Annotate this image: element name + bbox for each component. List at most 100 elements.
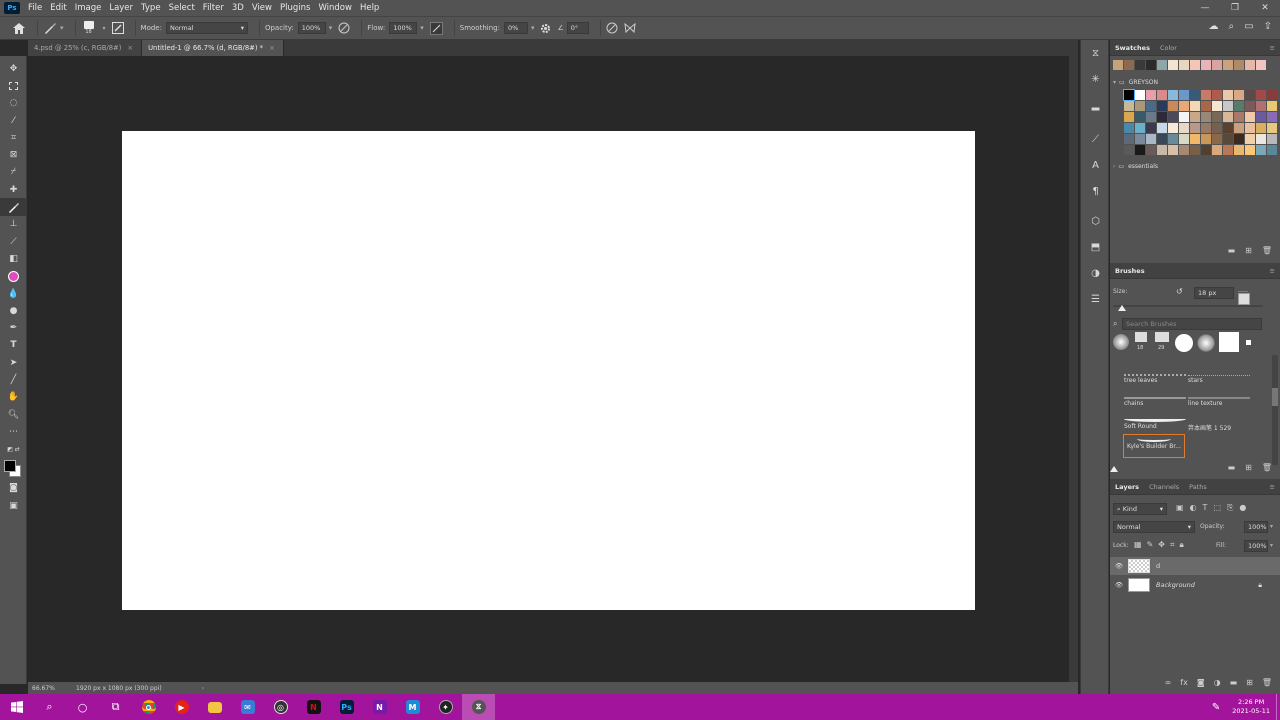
greyson-swatch[interactable] xyxy=(1179,101,1189,111)
quick-mask-icon[interactable]: ◙ xyxy=(0,480,27,497)
pen-tool-icon[interactable]: ✒ xyxy=(0,319,27,336)
greyson-swatch[interactable] xyxy=(1135,101,1145,111)
recent-swatch[interactable] xyxy=(1135,60,1145,70)
greyson-swatch[interactable] xyxy=(1256,123,1266,133)
greyson-swatch[interactable] xyxy=(1245,112,1255,122)
netflix-icon[interactable]: N xyxy=(297,694,330,720)
pen-workspace-icon[interactable]: ✎ xyxy=(1212,702,1220,713)
brush-tree-leaves[interactable]: tree leaves xyxy=(1124,370,1186,392)
menu-layer[interactable]: Layer xyxy=(105,3,137,13)
recent-swatch[interactable] xyxy=(1124,60,1134,70)
greyson-swatch[interactable] xyxy=(1256,134,1266,144)
more-tools-icon[interactable]: ⋯ xyxy=(0,423,27,440)
greyson-swatch[interactable] xyxy=(1223,90,1233,100)
greyson-swatch[interactable] xyxy=(1157,134,1167,144)
brush-kyles-builder[interactable]: Kyle's Builder Br... xyxy=(1123,434,1185,458)
greyson-swatch[interactable] xyxy=(1135,123,1145,133)
start-windows-icon[interactable] xyxy=(0,694,33,720)
greyson-swatch[interactable] xyxy=(1190,112,1200,122)
smart-object-filter-icon[interactable]: ⎘ xyxy=(1227,503,1233,513)
greyson-swatch[interactable] xyxy=(1157,123,1167,133)
greyson-swatch[interactable] xyxy=(1124,101,1134,111)
greyson-swatch[interactable] xyxy=(1223,101,1233,111)
tab-swatches[interactable]: Swatches xyxy=(1110,44,1155,52)
paint-bucket-tool-icon[interactable] xyxy=(0,268,27,285)
greyson-swatch[interactable] xyxy=(1123,89,1135,101)
greyson-swatch[interactable] xyxy=(1245,145,1255,155)
layer-opacity-input[interactable]: 100% xyxy=(1244,521,1268,533)
greyson-swatch[interactable] xyxy=(1157,145,1167,155)
search-icon[interactable]: ⌕ xyxy=(33,694,66,720)
new-layer-icon[interactable]: ⊞ xyxy=(1246,678,1253,692)
recent-swatch[interactable] xyxy=(1179,60,1189,70)
paragraph-panel-icon[interactable]: ¶ xyxy=(1081,178,1110,204)
add-mask-icon[interactable]: ◙ xyxy=(1197,678,1205,692)
brush-size-picker[interactable]: 18 xyxy=(81,16,97,40)
greyson-swatch[interactable] xyxy=(1245,90,1255,100)
greyson-swatch[interactable] xyxy=(1212,134,1222,144)
brush-size-slider[interactable] xyxy=(1113,305,1263,307)
file-explorer-icon[interactable] xyxy=(198,694,231,720)
greyson-swatch[interactable] xyxy=(1212,90,1222,100)
brush-settings-panel-icon[interactable]: ⟋ xyxy=(1081,126,1110,152)
greyson-swatch[interactable] xyxy=(1190,90,1200,100)
greyson-swatch[interactable] xyxy=(1234,101,1244,111)
greyson-swatch[interactable] xyxy=(1124,134,1134,144)
brush-tool-icon[interactable] xyxy=(0,198,27,216)
brush-search-input[interactable]: Search Brushes xyxy=(1122,318,1262,330)
greyson-swatch[interactable] xyxy=(1212,112,1222,122)
greyson-swatch[interactable] xyxy=(1201,145,1211,155)
share-export-icon[interactable]: ⇪ xyxy=(1264,21,1272,32)
greyson-swatch[interactable] xyxy=(1223,112,1233,122)
opacity-input[interactable]: 100% xyxy=(297,22,326,34)
greyson-swatch[interactable] xyxy=(1190,123,1200,133)
color-swatches[interactable] xyxy=(0,458,27,480)
greyson-swatch[interactable] xyxy=(1146,123,1156,133)
histogram-panel-icon[interactable]: ▂ xyxy=(1081,92,1110,118)
lock-transparency-icon[interactable]: ▦ xyxy=(1134,540,1142,550)
filter-toggle-icon[interactable]: ● xyxy=(1239,503,1246,513)
davinci-resolve-icon[interactable]: ✦ xyxy=(429,694,462,720)
recent-swatch[interactable] xyxy=(1168,60,1178,70)
medibang-icon[interactable]: M xyxy=(396,694,429,720)
greyson-swatch[interactable] xyxy=(1146,134,1156,144)
crop-tool-icon[interactable]: ⌗ xyxy=(0,129,27,146)
menu-file[interactable]: File xyxy=(24,3,46,13)
greyson-swatch[interactable] xyxy=(1146,90,1156,100)
recent-swatch[interactable] xyxy=(1146,60,1156,70)
type-layer-filter-icon[interactable]: T xyxy=(1203,503,1208,513)
greyson-swatch[interactable] xyxy=(1135,134,1145,144)
greyson-swatch[interactable] xyxy=(1168,112,1178,122)
restore-button[interactable]: ❐ xyxy=(1220,0,1250,16)
screen-mode-icon[interactable]: ▣ xyxy=(0,497,27,514)
greyson-swatch[interactable] xyxy=(1124,123,1134,133)
recent-swatch[interactable] xyxy=(1245,60,1255,70)
angle-input[interactable]: 0° xyxy=(566,22,589,34)
swatch-group-greyson[interactable]: ▾ ▭ GREYSON xyxy=(1110,76,1280,88)
close-button[interactable]: ✕ xyxy=(1250,0,1280,16)
delete-layer-icon[interactable]: 🗑︎ xyxy=(1262,678,1272,692)
tab-channels[interactable]: Channels xyxy=(1144,483,1184,491)
brush-chains[interactable]: chains xyxy=(1124,393,1186,415)
panel-menu-icon[interactable]: ≡ xyxy=(1265,483,1280,491)
recent-swatch[interactable] xyxy=(1223,60,1233,70)
menu-3d[interactable]: 3D xyxy=(228,3,248,13)
greyson-swatch[interactable] xyxy=(1234,134,1244,144)
greyson-swatch[interactable] xyxy=(1146,145,1156,155)
tab-paths[interactable]: Paths xyxy=(1184,483,1212,491)
recent-swatch[interactable] xyxy=(1234,60,1244,70)
greyson-swatch[interactable] xyxy=(1168,145,1178,155)
lock-position-icon[interactable]: ✥ xyxy=(1158,540,1165,550)
app-active-icon[interactable]: ⧖ xyxy=(462,694,495,720)
greyson-swatch[interactable] xyxy=(1212,123,1222,133)
soft-brush-preset[interactable] xyxy=(1113,334,1129,350)
mode-select[interactable]: Normal ▾ xyxy=(165,22,248,34)
menu-select[interactable]: Select xyxy=(165,3,199,13)
close-tab-icon[interactable]: × xyxy=(269,44,275,52)
shape-layer-filter-icon[interactable]: ⬚ xyxy=(1213,503,1221,513)
slider-thumb[interactable] xyxy=(1118,305,1126,311)
greyson-swatch[interactable] xyxy=(1157,101,1167,111)
layer-kind-filter[interactable]: ⌕ Kind ▾ xyxy=(1113,503,1167,515)
greyson-swatch[interactable] xyxy=(1146,112,1156,122)
cortana-icon[interactable]: ○ xyxy=(66,694,99,720)
